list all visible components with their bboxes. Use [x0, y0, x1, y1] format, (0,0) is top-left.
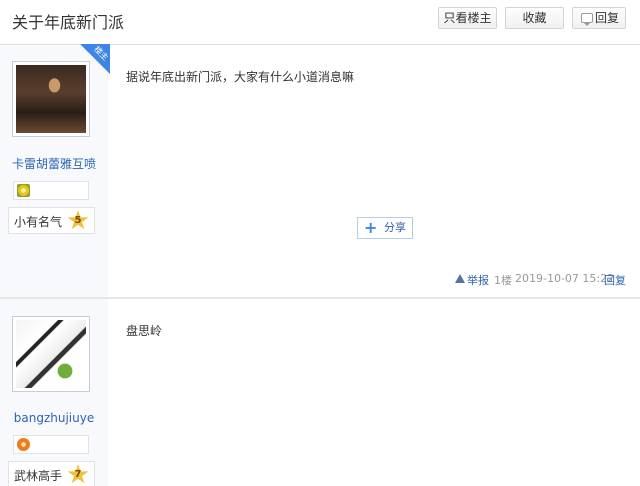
level-box: 武林高手 7: [8, 461, 95, 486]
level-number: 7: [74, 469, 82, 480]
level-star-icon: 5: [67, 210, 89, 231]
medal-icon: [17, 438, 30, 451]
share-button[interactable]: + 分享: [357, 217, 413, 239]
report-link[interactable]: 举报: [467, 272, 489, 288]
warning-icon[interactable]: [455, 274, 465, 283]
post-content: 盘思岭: [126, 324, 163, 338]
avatar[interactable]: [12, 316, 90, 392]
username-link[interactable]: bangzhujiuye: [0, 411, 108, 425]
avatar[interactable]: [12, 61, 90, 137]
level-name: 小有名气: [14, 215, 63, 229]
reply-link[interactable]: 回复: [604, 272, 626, 288]
level-star-icon: 7: [67, 464, 89, 485]
username-link[interactable]: 卡雷胡蕾雅互喷: [0, 155, 108, 172]
reply-button-label: 回复: [594, 11, 619, 25]
avatar-image: [16, 65, 86, 133]
floor-number: 1楼: [494, 274, 512, 287]
user-icon-box: [13, 435, 89, 454]
plus-icon: +: [364, 218, 378, 237]
user-icon-box: [13, 181, 89, 200]
post-content: 据说年底出新门派，大家有什么小道消息嘛: [126, 70, 355, 84]
medal-icon: [17, 184, 30, 197]
comment-icon: [581, 13, 593, 26]
favorite-button[interactable]: 收藏: [505, 7, 564, 29]
only-lz-button[interactable]: 只看楼主: [438, 7, 497, 29]
level-name: 武林高手: [14, 469, 63, 483]
thread-title: 关于年底新门派: [12, 13, 125, 32]
level-number: 5: [74, 215, 82, 226]
share-label: 分享: [384, 221, 406, 234]
level-box: 小有名气 5: [8, 207, 95, 234]
post-time: 2019-10-07 15:22: [515, 272, 615, 285]
avatar-image: [16, 320, 86, 388]
thread-header: 关于年底新门派 只看楼主 收藏 回复: [0, 0, 640, 45]
reply-button[interactable]: 回复: [572, 7, 626, 29]
